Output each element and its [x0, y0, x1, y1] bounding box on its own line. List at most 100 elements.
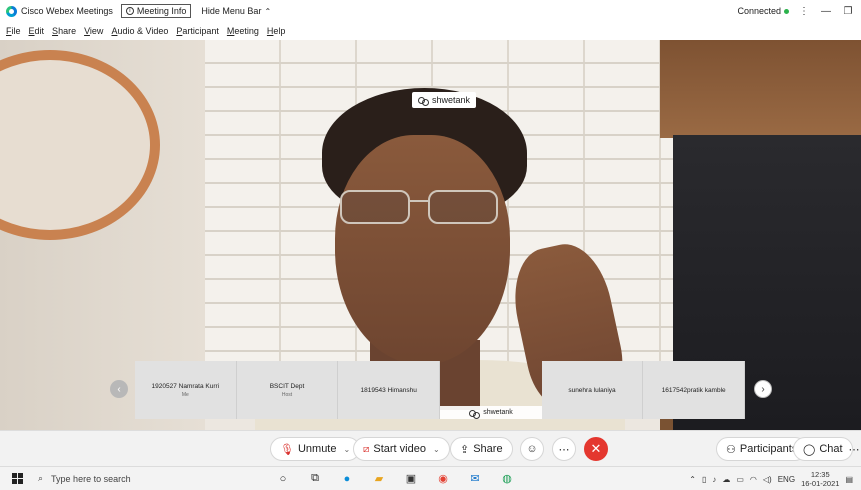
edge-icon[interactable]: ● — [340, 472, 354, 486]
window-more-icon[interactable]: ⋮ — [797, 6, 811, 17]
windows-taskbar: ⌕ Type here to search ○ ⧉ ● ▰ ▣ ◉ ✉ ◍ ⌃ … — [0, 466, 861, 490]
participant-tile-video[interactable]: shwetank — [440, 361, 543, 419]
meeting-controls: 🎙 Unmute ⌄ ⧄ Start video ⌄ ⇪ Share ☺ ⋯ ✕… — [0, 430, 861, 466]
participants-label: Participants — [739, 443, 798, 455]
taskbar-search[interactable]: ⌕ Type here to search — [38, 468, 258, 490]
menu-audio-video[interactable]: Audio & Video — [111, 26, 168, 36]
menu-help[interactable]: Help — [267, 26, 286, 36]
store-icon[interactable]: ▣ — [404, 472, 418, 486]
chevron-down-icon[interactable]: ⌄ — [433, 445, 440, 454]
chrome-icon[interactable]: ◉ — [436, 472, 450, 486]
menu-meeting[interactable]: Meeting — [227, 26, 259, 36]
speaker-face — [335, 135, 510, 365]
start-video-button[interactable]: ⧄ Start video ⌄ — [353, 437, 450, 461]
more-icon: ⋯ — [558, 443, 570, 456]
participant-filmstrip: 1920527 Namrata Kurri Me BSCIT Dept Host… — [135, 361, 746, 419]
webex-logo-icon — [6, 5, 17, 17]
webex-taskbar-icon[interactable]: ◍ — [500, 472, 514, 486]
clock-date: 16-01-2021 — [801, 479, 840, 488]
participant-tile[interactable]: sunehra lulaniya — [541, 361, 644, 419]
info-icon: i — [125, 7, 134, 15]
file-explorer-icon[interactable]: ▰ — [372, 472, 386, 486]
active-speaker-label: shwetank — [412, 92, 477, 108]
onedrive-icon[interactable]: ☁ — [722, 475, 730, 484]
wifi-icon[interactable]: ◠ — [750, 475, 757, 484]
task-view-icon[interactable]: ⧉ — [308, 472, 322, 486]
tray-expand-icon[interactable]: ⌃ — [689, 475, 696, 484]
participant-name: shwetank — [483, 409, 513, 416]
language-indicator[interactable]: ENG — [778, 475, 795, 484]
volume-icon[interactable]: ◁) — [763, 475, 772, 484]
participant-tile[interactable]: 1819543 Himanshu — [338, 361, 441, 419]
menu-view[interactable]: View — [84, 26, 103, 36]
reactions-button[interactable]: ☺ — [520, 437, 544, 461]
close-icon: ✕ — [590, 441, 602, 456]
windows-start-icon[interactable] — [12, 472, 24, 485]
notifications-icon[interactable]: ▤ — [845, 475, 853, 484]
participant-tile[interactable]: BSCIT Dept Host — [236, 361, 339, 419]
meeting-info-label: Meeting Info — [136, 6, 187, 16]
chat-icon: ◯ — [803, 443, 816, 456]
battery-icon[interactable]: ▭ — [736, 475, 744, 484]
filmstrip-next-button[interactable]: › — [754, 380, 772, 398]
connected-dot-icon — [784, 9, 789, 14]
unmute-label: Unmute — [297, 443, 337, 455]
participant-name: 1617542pratik kamble — [661, 386, 726, 394]
participant-name: sunehra lulaniya — [568, 386, 616, 394]
microphone-tray-icon[interactable]: ♪ — [712, 475, 716, 484]
search-icon: ⌕ — [38, 473, 44, 483]
glasses-lens-right — [428, 190, 498, 224]
app-title: Cisco Webex Meetings — [21, 6, 113, 16]
participant-name: BSCIT Dept — [269, 382, 305, 390]
mic-muted-icon: 🎙 — [280, 443, 294, 456]
share-button[interactable]: ⇪ Share — [450, 437, 513, 461]
search-placeholder: Type here to search — [51, 473, 131, 484]
leave-meeting-button[interactable]: ✕ — [584, 437, 608, 461]
menu-edit[interactable]: Edit — [29, 26, 45, 36]
video-off-icon: ⧄ — [363, 443, 370, 455]
clock[interactable]: 12:35 16-01-2021 — [801, 470, 839, 488]
hide-menu-label: Hide Menu Bar — [201, 6, 262, 16]
more-options-button[interactable]: ⋯ — [552, 437, 576, 461]
menu-share[interactable]: Share — [52, 26, 76, 36]
people-icon — [418, 96, 429, 106]
people-icon — [469, 409, 481, 419]
speaker-glasses — [340, 190, 505, 230]
connection-status-label: Connected — [737, 6, 781, 16]
more-icon: ⋯ — [848, 443, 860, 456]
mail-icon[interactable]: ✉ — [468, 472, 482, 486]
menu-bar: File Edit Share View Audio & Video Parti… — [0, 22, 861, 40]
menu-participant[interactable]: Participant — [176, 26, 219, 36]
participant-tile[interactable]: 1617542pratik kamble — [643, 361, 746, 419]
participant-video-label: shwetank — [440, 406, 543, 419]
minimize-button[interactable]: — — [819, 6, 833, 17]
window-titlebar: Cisco Webex Meetings i Meeting Info Hide… — [0, 0, 861, 22]
smiley-icon: ☺ — [526, 443, 538, 455]
participants-icon: ⚇ — [726, 443, 736, 456]
active-speaker-name: shwetank — [432, 95, 471, 105]
chevron-down-icon[interactable]: ⌄ — [344, 445, 351, 454]
restore-button[interactable]: ❐ — [841, 6, 855, 17]
cortana-icon[interactable]: ○ — [276, 472, 290, 486]
caret-up-icon: ⌃ — [264, 7, 272, 16]
tray-app-icon[interactable]: ▯ — [702, 475, 706, 484]
participant-role: Me — [181, 391, 189, 398]
share-label: Share — [473, 443, 503, 455]
participant-name: 1920527 Namrata Kurri — [151, 382, 220, 390]
connection-status: Connected — [737, 6, 789, 16]
meeting-info-button[interactable]: i Meeting Info — [120, 4, 192, 18]
system-tray: ⌃ ▯ ♪ ☁ ▭ ◠ ◁) ENG 12:35 16-01-2021 ▤ — [689, 467, 853, 490]
participant-tile[interactable]: 1920527 Namrata Kurri Me — [135, 361, 237, 419]
unmute-button[interactable]: 🎙 Unmute ⌄ — [270, 437, 361, 461]
glasses-bridge — [410, 200, 428, 202]
taskbar-apps: ○ ⧉ ● ▰ ▣ ◉ ✉ ◍ — [276, 472, 514, 486]
filmstrip-prev-button[interactable]: ‹ — [110, 380, 128, 398]
participant-name: 1819543 Himanshu — [360, 386, 417, 394]
hide-menu-bar-button[interactable]: Hide Menu Bar ⌃ — [201, 6, 271, 16]
participant-role: Host — [281, 391, 293, 398]
video-background-wood — [660, 40, 861, 138]
glasses-lens-left — [340, 190, 410, 224]
menu-file[interactable]: File — [6, 26, 21, 36]
chat-label: Chat — [819, 443, 843, 455]
more-panels-button[interactable]: ⋯ — [842, 437, 861, 461]
